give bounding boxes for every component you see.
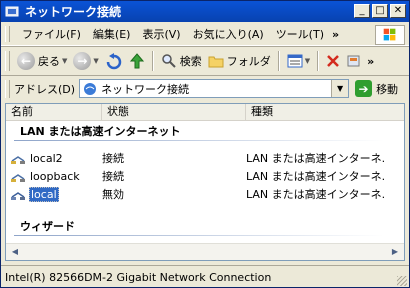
toolbar-separator: [277, 51, 280, 71]
menu-favorites[interactable]: お気に入り(A): [187, 26, 270, 42]
properties-icon: [347, 55, 360, 67]
up-folder-icon: [106, 53, 121, 70]
views-dropdown-icon[interactable]: ▼: [305, 57, 310, 65]
column-type[interactable]: 種類: [246, 104, 404, 120]
address-input[interactable]: ネットワーク接続 ▼: [79, 79, 350, 98]
views-button[interactable]: ▼: [284, 50, 313, 72]
folder-icon: [208, 56, 224, 68]
item-name: local2: [30, 151, 63, 165]
forward-button[interactable]: → ▼: [70, 50, 101, 72]
address-label: アドレス(D): [14, 82, 76, 96]
group-lan: LAN または高速インターネット: [14, 123, 384, 141]
up-level-button[interactable]: [126, 50, 148, 72]
properties-button[interactable]: [343, 50, 365, 72]
address-bar: アドレス(D) ネットワーク接続 ▼ ➔ 移動: [1, 75, 409, 101]
toolbar-overflow-chevron[interactable]: »: [367, 55, 374, 68]
resize-grip[interactable]: [397, 276, 407, 286]
up-button[interactable]: [102, 50, 126, 72]
scroll-right-icon[interactable]: ▶: [388, 245, 402, 259]
toolbar-grip[interactable]: [5, 51, 10, 71]
item-type: LAN または高速インターネ...: [246, 152, 386, 165]
menu-bar: ファイル(F) 編集(E) 表示(V) お気に入り(A) ツール(T) »: [1, 23, 409, 46]
folders-button[interactable]: フォルダ: [205, 50, 274, 72]
search-label: 検索: [179, 55, 202, 68]
item-status: 接続: [102, 170, 124, 183]
close-button[interactable]: ✕: [390, 4, 406, 18]
item-name: local: [29, 186, 59, 202]
list-item-selected[interactable]: local 無効 LAN または高速インターネ...: [10, 186, 400, 202]
item-status: 無効: [102, 188, 124, 201]
title-bar[interactable]: ネットワーク接続 _ □ ✕: [1, 1, 409, 22]
back-dropdown-icon[interactable]: ▼: [62, 57, 67, 65]
toolbar-separator: [151, 51, 154, 71]
menu-view[interactable]: 表示(V): [136, 26, 186, 42]
menu-edit[interactable]: 編集(E): [87, 26, 137, 42]
menu-tools[interactable]: ツール(T): [270, 26, 330, 42]
address-value: ネットワーク接続: [101, 82, 190, 96]
explorer-window: ネットワーク接続 _ □ ✕ ファイル(F) 編集(E) 表示(V) お気に入り…: [0, 0, 410, 288]
back-label: 戻る: [38, 55, 60, 68]
network-connections-icon: [84, 82, 97, 95]
item-status: 接続: [102, 152, 124, 165]
scroll-left-icon[interactable]: ◀: [8, 245, 22, 259]
forward-dropdown-icon[interactable]: ▼: [93, 57, 98, 65]
go-button[interactable]: ➔ 移動: [355, 80, 398, 97]
address-grip[interactable]: [5, 79, 10, 98]
back-arrow-icon: ←: [17, 52, 35, 70]
delete-button[interactable]: [323, 50, 343, 72]
item-type: LAN または高速インターネ...: [246, 188, 386, 201]
search-button[interactable]: 検索: [158, 50, 205, 72]
network-connection-icon: [11, 174, 25, 182]
network-connections-icon: [5, 6, 19, 16]
status-bar: Intel(R) 82566DM-2 Gigabit Network Conne…: [1, 265, 409, 288]
group-divider: [14, 140, 384, 141]
toolbar-separator: [317, 51, 320, 71]
list-item[interactable]: local2 接続 LAN または高速インターネ...: [10, 150, 400, 166]
file-list-view[interactable]: 名前 状態 種類 LAN または高速インターネット local2 接続 LAN …: [5, 103, 405, 261]
go-arrow-icon: ➔: [355, 80, 373, 97]
group-wizard-label: ウィザード: [20, 220, 75, 233]
group-wizard: ウィザード: [14, 218, 384, 236]
item-name: loopback: [30, 169, 80, 183]
folders-label: フォルダ: [226, 55, 271, 68]
search-icon: [162, 54, 176, 68]
group-lan-label: LAN または高速インターネット: [20, 125, 181, 138]
item-type: LAN または高速インターネ...: [246, 170, 386, 183]
column-name[interactable]: 名前: [6, 104, 102, 120]
column-status[interactable]: 状態: [102, 104, 246, 120]
maximize-button[interactable]: □: [372, 4, 388, 18]
back-button[interactable]: ← 戻る ▼: [14, 50, 70, 72]
network-connection-disabled-icon: [11, 192, 25, 200]
network-connection-icon: [11, 156, 25, 164]
window-title: ネットワーク接続: [25, 5, 122, 19]
list-item[interactable]: loopback 接続 LAN または高速インターネ...: [10, 168, 400, 184]
group-divider: [14, 235, 384, 236]
up-arrow-icon: [129, 53, 144, 69]
go-label: 移動: [376, 82, 399, 96]
forward-arrow-icon: →: [73, 52, 92, 70]
standard-toolbar: ← 戻る ▼ → ▼ 検索 フォルダ ▼ »: [1, 46, 409, 76]
delete-x-icon: [327, 55, 340, 67]
menu-grip[interactable]: [5, 26, 10, 42]
views-icon: [287, 54, 303, 68]
column-header: 名前 状態 種類: [6, 104, 404, 121]
menu-file[interactable]: ファイル(F): [16, 26, 87, 42]
minimize-button[interactable]: _: [354, 4, 370, 18]
address-dropdown-icon[interactable]: ▼: [331, 80, 349, 97]
status-text: Intel(R) 82566DM-2 Gigabit Network Conne…: [5, 270, 272, 284]
windows-logo-icon: [375, 25, 405, 45]
menu-overflow-chevron[interactable]: »: [332, 28, 339, 41]
horizontal-scrollbar[interactable]: ◀ ▶: [6, 243, 404, 260]
